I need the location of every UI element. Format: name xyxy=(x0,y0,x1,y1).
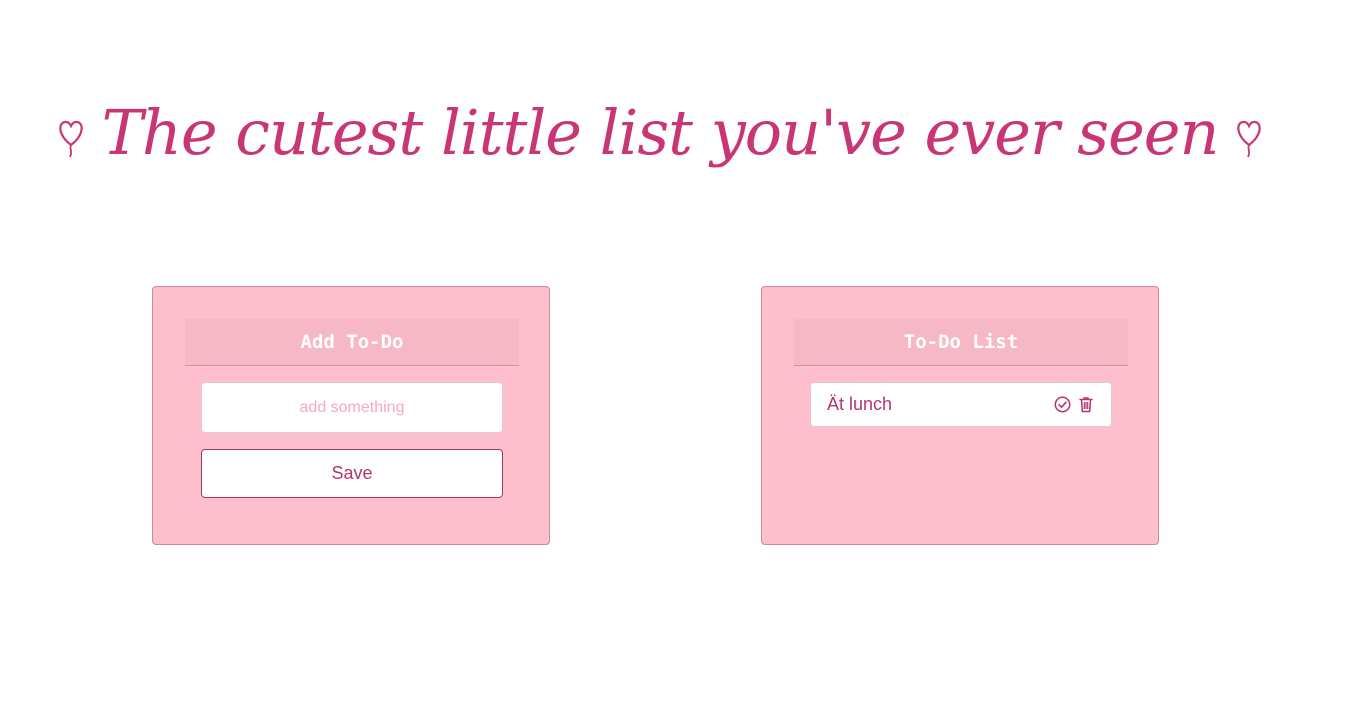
todo-item-text: Ät lunch xyxy=(827,394,893,414)
heart-balloon-icon xyxy=(54,115,88,159)
add-todo-input[interactable] xyxy=(201,382,503,433)
add-todo-panel: Add To-Do Save xyxy=(152,286,550,545)
check-circle-icon[interactable] xyxy=(1053,396,1071,414)
page-title: The cutest little list you've ever seen xyxy=(101,96,1220,169)
heart-balloon-icon xyxy=(1232,115,1266,159)
todo-list-header: To-Do List xyxy=(794,319,1128,366)
todo-list-panel: To-Do List Ät lunch xyxy=(761,286,1159,545)
page-header: The cutest little list you've ever seen xyxy=(58,68,1262,198)
trash-icon[interactable] xyxy=(1077,396,1095,414)
add-todo-header: Add To-Do xyxy=(185,319,519,366)
list-item: Ät lunch xyxy=(810,382,1112,427)
save-button[interactable]: Save xyxy=(201,449,503,498)
